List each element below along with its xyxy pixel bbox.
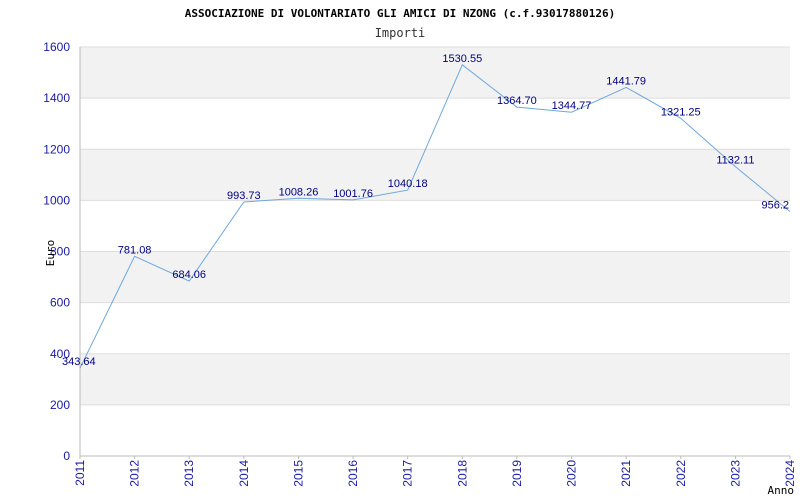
y-tick-label: 1600 (43, 40, 70, 54)
line-chart: 02004006008001000120014001600 2011 2012 20… (43, 7, 797, 497)
x-tick-label: 2016 (346, 460, 360, 487)
y-tick-label: 1400 (43, 91, 70, 105)
x-tick-label: 2021 (619, 460, 633, 487)
x-axis-label: Anno (768, 484, 795, 497)
x-tick-label: 2022 (674, 460, 688, 487)
x-tick-label: 2019 (510, 460, 524, 487)
y-tick-label: 600 (50, 296, 70, 310)
x-tick-label: 2023 (728, 460, 742, 487)
x-tick-label: 2018 (455, 460, 469, 487)
data-label: 781.08 (118, 244, 152, 256)
x-tick-labels: 2011 2012 2013 2014 2015 2016 2017 2018 2019 2020… (73, 456, 797, 487)
data-label: 1441.79 (606, 75, 646, 87)
data-label: 1321.25 (661, 106, 701, 118)
y-tick-label: 1200 (43, 142, 70, 156)
data-label: 1040.18 (388, 178, 428, 190)
data-label: 1001.76 (333, 188, 373, 200)
x-tick-label: 2012 (128, 460, 142, 487)
y-tick-label: 1000 (43, 193, 70, 207)
x-tick-label: 2024 (783, 460, 797, 487)
plot-band (80, 47, 790, 99)
chart-subtitle: Importi (375, 26, 426, 40)
x-tick-label: 2020 (565, 460, 579, 487)
data-label: 1008.26 (279, 186, 319, 198)
data-label: 1530.55 (442, 53, 482, 65)
data-label: 1132.11 (716, 155, 754, 167)
data-label: 684.06 (172, 269, 206, 281)
plot-band (80, 353, 790, 405)
chart-title: ASSOCIAZIONE DI VOLONTARIATO GLI AMICI D… (185, 7, 615, 20)
y-axis-label: Euro (44, 240, 57, 267)
x-tick-label: 2017 (401, 460, 415, 487)
y-tick-label: 0 (63, 449, 70, 463)
data-labels: 343.64 781.08 684.06 993.73 1008.26 1001.76 10… (62, 53, 789, 368)
data-label: 1364.70 (497, 95, 537, 107)
data-label: 993.73 (227, 190, 261, 202)
data-label: 343.64 (62, 356, 96, 368)
y-tick-label: 200 (50, 398, 70, 412)
x-tick-label: 2014 (237, 460, 251, 487)
x-tick-label: 2013 (182, 460, 196, 487)
plot-bands (80, 47, 790, 405)
plot-band (80, 149, 790, 201)
data-label: 956.2 (761, 200, 789, 212)
data-label: 1344.77 (552, 100, 592, 112)
x-tick-label: 2015 (291, 460, 305, 487)
x-tick-label: 2011 (73, 460, 87, 486)
